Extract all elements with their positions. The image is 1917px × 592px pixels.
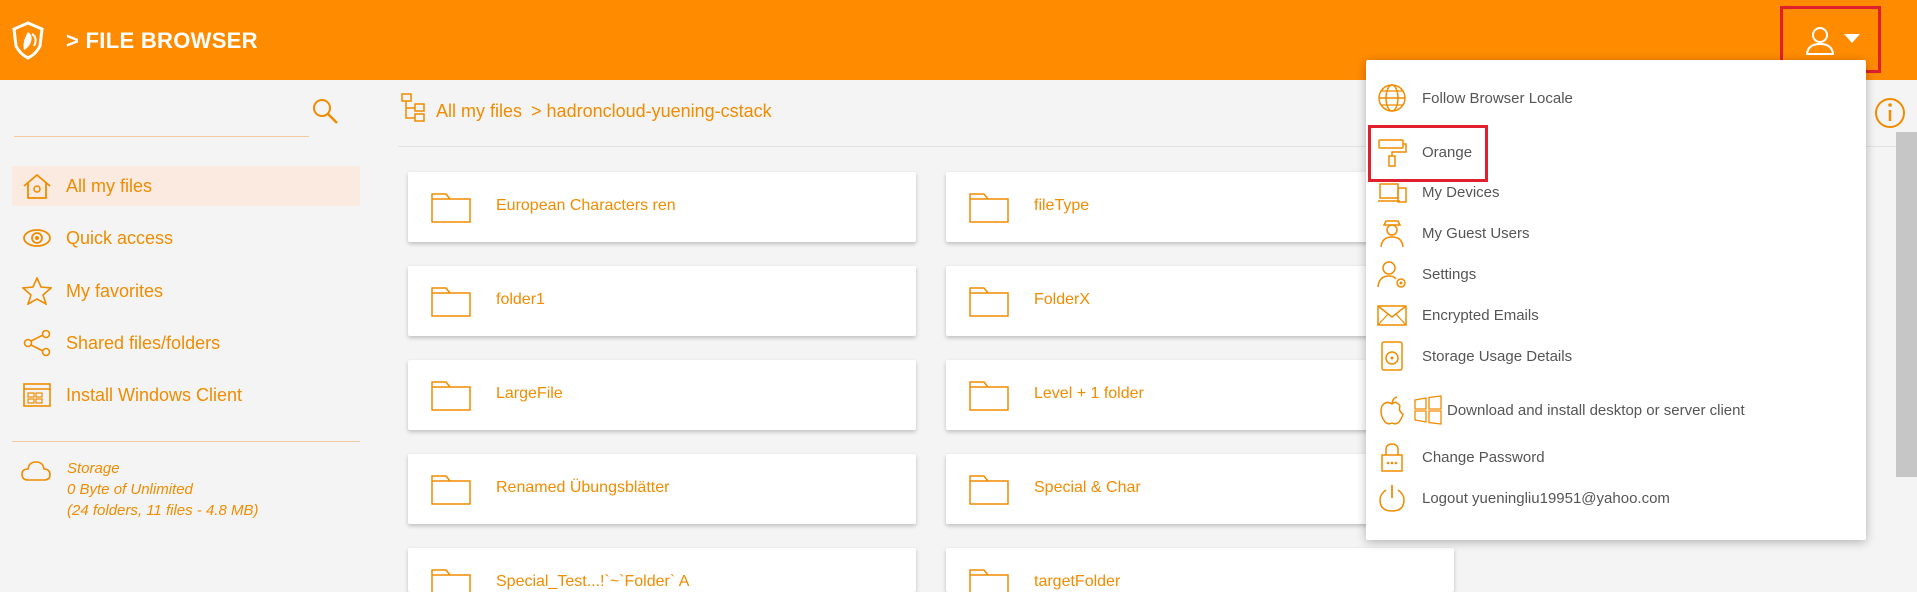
sidebar-item-label: Shared files/folders <box>66 333 221 353</box>
user-settings-icon <box>1377 261 1406 288</box>
search-icon[interactable] <box>310 96 340 126</box>
star-icon <box>22 277 52 305</box>
folder-name: FolderX <box>1034 291 1091 308</box>
menu-item-label: Encrypted Emails <box>1422 307 1539 324</box>
disk-icon <box>1381 341 1403 371</box>
folder-card[interactable]: Special_Test...!`~`Folder` A <box>408 548 916 592</box>
breadcrumb-root[interactable]: All my files <box>436 101 522 121</box>
menu-item-label: Settings <box>1422 266 1477 283</box>
globe-icon <box>1378 84 1406 112</box>
sidebar-item-label: All my files <box>66 176 153 196</box>
folder-name: LargeFile <box>496 385 563 402</box>
menu-item-label: Follow Browser Locale <box>1422 90 1573 107</box>
menu-item-label: Logout yueningliu19951@yahoo.com <box>1422 490 1670 507</box>
windows-client-icon <box>23 383 51 407</box>
folder-name: Renamed Übungsblätter <box>496 479 670 496</box>
menu-item-label: Change Password <box>1422 449 1545 466</box>
menu-item-change-password[interactable]: Change Password <box>1366 439 1866 475</box>
folder-icon <box>431 381 471 411</box>
share-icon <box>23 329 51 357</box>
sidebar-item-install-windows-client[interactable]: Install Windows Client <box>12 375 360 415</box>
folder-name: European Characters ren <box>496 197 676 214</box>
folder-name: Special_Test...!`~`Folder` A <box>496 573 690 590</box>
breadcrumb: All my files > hadroncloud-yuening-cstac… <box>436 101 772 122</box>
sidebar-item-all-my-files[interactable]: All my files <box>12 166 360 206</box>
folder-card[interactable]: targetFolder <box>946 548 1454 592</box>
storage-detail: (24 folders, 11 files - 4.8 MB) <box>67 502 259 519</box>
envelope-icon <box>1377 305 1407 326</box>
app-title: > FILE BROWSER <box>66 28 258 53</box>
folder-icon <box>431 287 471 317</box>
menu-item-follow-browser-locale[interactable]: Follow Browser Locale <box>1366 80 1866 116</box>
storage-usage: 0 Byte of Unlimited <box>67 481 193 498</box>
sidebar: All my files Quick access My favorites S… <box>0 80 375 592</box>
folder-tree-icon <box>401 93 425 122</box>
menu-item-storage-usage-details[interactable]: Storage Usage Details <box>1366 338 1866 374</box>
folder-icon <box>431 569 471 592</box>
folder-icon <box>431 193 471 223</box>
eye-icon <box>23 229 51 247</box>
sidebar-divider <box>12 441 360 442</box>
sidebar-item-label: Install Windows Client <box>66 385 243 405</box>
folder-card[interactable]: European Characters ren <box>408 172 916 242</box>
folder-icon <box>969 193 1009 223</box>
folder-name: Special & Char <box>1034 479 1141 496</box>
folder-card[interactable]: LargeFile <box>408 360 916 430</box>
folder-icon <box>969 381 1009 411</box>
folder-name: fileType <box>1034 197 1090 214</box>
home-icon <box>23 173 51 199</box>
menu-item-my-guest-users[interactable]: My Guest Users <box>1366 215 1866 251</box>
sidebar-item-shared[interactable]: Shared files/folders <box>12 323 360 363</box>
sidebar-item-my-favorites[interactable]: My favorites <box>12 271 360 311</box>
menu-item-settings[interactable]: Settings <box>1366 256 1866 292</box>
storage-info: Storage 0 Byte of Unlimited (24 folders,… <box>67 458 258 521</box>
menu-item-label: Storage Usage Details <box>1422 348 1573 365</box>
folder-card[interactable]: Renamed Übungsblätter <box>408 454 916 524</box>
shield-flower-logo[interactable] <box>8 20 48 60</box>
menu-item-encrypted-emails[interactable]: Encrypted Emails <box>1366 297 1866 333</box>
folder-icon <box>969 287 1009 317</box>
folder-card[interactable]: folder1 <box>408 266 916 336</box>
orange-item-highlight <box>1368 125 1488 182</box>
menu-item-download-client[interactable]: Download and install desktop or server c… <box>1366 392 1866 428</box>
guest-user-icon <box>1380 220 1404 248</box>
storage-title: Storage <box>67 460 120 477</box>
folder-icon <box>431 475 471 505</box>
cloud-icon <box>21 461 51 481</box>
sidebar-item-label: My favorites <box>66 281 164 301</box>
folder-name: targetFolder <box>1034 573 1121 590</box>
apple-icon <box>1380 396 1404 425</box>
windows-icon <box>1414 395 1442 425</box>
sidebar-item-label: Quick access <box>66 228 174 248</box>
menu-item-label: My Guest Users <box>1422 225 1530 242</box>
folder-name: folder1 <box>496 291 545 308</box>
scrollbar[interactable] <box>1896 132 1917 477</box>
menu-item-logout[interactable]: Logout yueningliu19951@yahoo.com <box>1366 480 1866 516</box>
breadcrumb-current: > hadroncloud-yuening-cstack <box>531 101 772 121</box>
power-icon <box>1379 485 1405 512</box>
folder-icon <box>969 475 1009 505</box>
search-input[interactable] <box>14 136 309 137</box>
menu-item-label: Download and install desktop or server c… <box>1447 402 1745 419</box>
folder-icon <box>969 569 1009 592</box>
menu-item-label: My Devices <box>1422 184 1500 201</box>
folder-name: Level + 1 folder <box>1034 385 1144 402</box>
lock-icon <box>1381 443 1403 472</box>
info-icon[interactable] <box>1873 96 1907 130</box>
sidebar-item-quick-access[interactable]: Quick access <box>12 218 360 258</box>
